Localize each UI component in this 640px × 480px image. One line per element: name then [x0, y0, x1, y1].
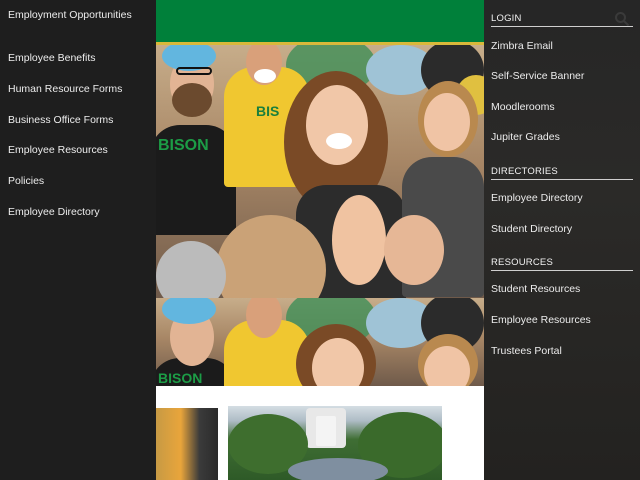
- header-banner: [156, 0, 484, 42]
- nav-human-resource-forms[interactable]: Human Resource Forms: [8, 83, 150, 96]
- link-student-directory[interactable]: Student Directory: [491, 223, 633, 236]
- nav-employment-opportunities[interactable]: Employment Opportunities: [8, 9, 150, 22]
- thumbnail-students[interactable]: [156, 408, 218, 480]
- hero-photo-repeat: BISON: [156, 298, 484, 386]
- link-student-resources[interactable]: Student Resources: [491, 283, 633, 296]
- shirt-text-bison-repeat: BISON: [158, 370, 203, 386]
- left-sidebar: Employment Opportunities Employee Benefi…: [0, 0, 156, 480]
- right-sidebar: LOGIN Zimbra Email Self-Service Banner M…: [484, 0, 640, 480]
- link-moodlerooms[interactable]: Moodlerooms: [491, 101, 633, 114]
- shirt-text-bis: BIS: [256, 103, 280, 119]
- nav-policies[interactable]: Policies: [8, 175, 150, 188]
- nav-employee-directory[interactable]: Employee Directory: [8, 206, 150, 219]
- login-heading: LOGIN: [491, 13, 633, 27]
- nav-business-office-forms[interactable]: Business Office Forms: [8, 114, 150, 127]
- resources-heading: RESOURCES: [491, 257, 633, 271]
- link-self-service-banner[interactable]: Self-Service Banner: [491, 70, 633, 83]
- nav-employee-resources[interactable]: Employee Resources: [8, 144, 150, 157]
- shirt-text-bison: BISON: [158, 137, 209, 154]
- link-jupiter-grades[interactable]: Jupiter Grades: [491, 131, 633, 144]
- link-zimbra-email[interactable]: Zimbra Email: [491, 40, 633, 53]
- main-content: BISON BIS BISON: [156, 0, 484, 480]
- link-employee-directory[interactable]: Employee Directory: [491, 192, 633, 205]
- hero-photo: BISON BIS: [156, 45, 484, 298]
- link-trustees-portal[interactable]: Trustees Portal: [491, 345, 633, 358]
- directories-heading: DIRECTORIES: [491, 166, 633, 180]
- nav-employee-benefits[interactable]: Employee Benefits: [8, 52, 150, 65]
- link-employee-resources[interactable]: Employee Resources: [491, 314, 633, 327]
- thumbnail-campus[interactable]: [228, 406, 442, 480]
